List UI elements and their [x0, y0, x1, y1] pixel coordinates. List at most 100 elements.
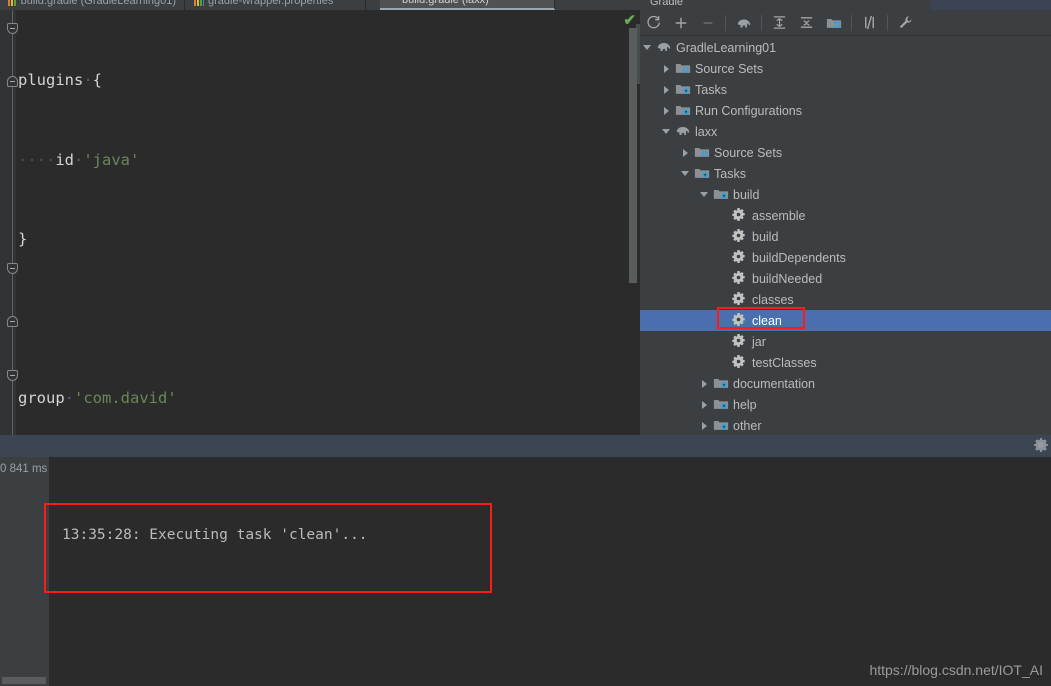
- elephant-icon: [675, 124, 691, 140]
- expand-all-icon[interactable]: [766, 11, 793, 35]
- code-line: ····id·'java': [18, 150, 140, 169]
- task-folder-icon: [675, 103, 691, 119]
- chevron-down-icon[interactable]: [661, 126, 672, 137]
- tree-node-label: assemble: [752, 208, 806, 223]
- fold-marker-plugins-close[interactable]: [7, 76, 18, 87]
- tab-gradle-wrapper-properties[interactable]: gradle-wrapper.properties: [186, 0, 366, 10]
- tree-node-tasks[interactable]: Tasks: [640, 79, 1051, 100]
- elephant-icon: [656, 40, 672, 56]
- chevron-down-icon[interactable]: [642, 42, 653, 53]
- tab-build-gradle-laxx[interactable]: build.gradle (laxx): [380, 0, 555, 10]
- chevron-down-icon[interactable]: [699, 189, 710, 200]
- task-folder-icon: [713, 376, 729, 392]
- toolbar-separator: [851, 14, 852, 31]
- tab-build-gradle-root[interactable]: build.gradle (GradleLearning01): [0, 0, 185, 10]
- fold-marker-plugins-open[interactable]: [7, 23, 18, 34]
- tab-label: gradle-wrapper.properties: [208, 0, 334, 7]
- task-folder-icon: [713, 187, 729, 203]
- run-tree-panel[interactable]: 0 841 ms: [0, 457, 49, 686]
- watermark-text: https://blog.csdn.net/IOT_AI: [869, 662, 1043, 678]
- tree-node-label: classes: [752, 292, 794, 307]
- tree-no-arrow: [718, 294, 729, 305]
- tree-node-gradlelearning01[interactable]: GradleLearning01: [640, 37, 1051, 58]
- chevron-right-icon[interactable]: [661, 105, 672, 116]
- tree-node-label: build: [752, 229, 779, 244]
- tree-node-label: clean: [752, 313, 782, 328]
- tree-node-label: testClasses: [752, 355, 817, 370]
- fold-marker-repositories-close[interactable]: [7, 316, 18, 327]
- editor-scrollbar[interactable]: [629, 28, 637, 283]
- chevron-down-icon[interactable]: [680, 168, 691, 179]
- tree-no-arrow: [718, 315, 729, 326]
- gradle-file-icon: [8, 0, 17, 6]
- wrench-icon[interactable]: [892, 11, 919, 35]
- tree-node-buildneeded[interactable]: buildNeeded: [640, 268, 1051, 289]
- gear-icon: [732, 354, 748, 371]
- task-folder-icon: [713, 418, 729, 434]
- chevron-right-icon[interactable]: [680, 147, 691, 158]
- tree-node-label: build: [733, 187, 760, 202]
- tree-node-help[interactable]: help: [640, 394, 1051, 415]
- gear-icon: [732, 291, 748, 308]
- checkmark-icon: ✔: [623, 12, 636, 29]
- tree-node-label: jar: [752, 334, 766, 349]
- tree-node-run-configurations[interactable]: Run Configurations: [640, 100, 1051, 121]
- tree-node-builddependents[interactable]: buildDependents: [640, 247, 1051, 268]
- gradle-file-icon: [388, 0, 398, 5]
- plus-icon[interactable]: [667, 11, 694, 35]
- gear-icon: [732, 207, 748, 224]
- tree-node-tasks[interactable]: Tasks: [640, 163, 1051, 184]
- code-editor[interactable]: plugins·{ ····id·'java' } group·'com.dav…: [0, 10, 640, 435]
- tree-no-arrow: [718, 252, 729, 263]
- chevron-right-icon[interactable]: [661, 84, 672, 95]
- gradle-tool-window: GradleLearning01 Source Sets Tasks Run Conf…: [640, 10, 1051, 435]
- tree-node-documentation[interactable]: documentation: [640, 373, 1051, 394]
- fold-marker-repositories-open[interactable]: [7, 263, 18, 274]
- tree-node-jar[interactable]: jar: [640, 331, 1051, 352]
- tree-node-build[interactable]: build: [640, 184, 1051, 205]
- minus-icon[interactable]: [694, 11, 721, 35]
- run-tree-duration: 0 841 ms: [0, 463, 48, 475]
- gradle-project-tree[interactable]: GradleLearning01 Source Sets Tasks Run Conf…: [640, 37, 1051, 435]
- task-folder-icon: [713, 397, 729, 413]
- run-console: 0 841 ms 13:35:28: Executing task 'clean…: [0, 457, 1051, 686]
- chevron-right-icon[interactable]: [661, 63, 672, 74]
- gear-icon[interactable]: [1034, 438, 1048, 457]
- editor-text: plugins·{ ····id·'java' } group·'com.dav…: [18, 14, 624, 435]
- source-sets-icon[interactable]: [820, 11, 847, 35]
- chevron-right-icon[interactable]: [699, 399, 710, 410]
- tool-window-divider[interactable]: [0, 435, 1051, 457]
- tree-node-other[interactable]: other: [640, 415, 1051, 435]
- tree-node-clean[interactable]: clean: [640, 310, 1051, 331]
- run-tree-scrollbar[interactable]: [2, 677, 46, 684]
- tree-node-label: other: [733, 418, 762, 433]
- gear-icon: [732, 249, 748, 266]
- tree-node-testclasses[interactable]: testClasses: [640, 352, 1051, 373]
- tab-label: build.gradle (GradleLearning01): [20, 0, 176, 7]
- code-line: group·'com.david': [18, 389, 177, 407]
- tree-node-classes[interactable]: classes: [640, 289, 1051, 310]
- tree-node-laxx[interactable]: laxx: [640, 121, 1051, 142]
- tree-node-assemble[interactable]: assemble: [640, 205, 1051, 226]
- properties-file-icon: [194, 0, 204, 6]
- fold-marker-dependencies-open[interactable]: [7, 370, 18, 381]
- task-folder-icon: [694, 166, 710, 182]
- ide-window: build.gradle (GradleLearning01) gradle-w…: [0, 0, 1051, 686]
- console-line: 13:35:28: Executing task 'clean'...: [62, 527, 368, 543]
- tree-node-label: Source Sets: [714, 145, 783, 160]
- console-output[interactable]: 13:35:28: Executing task 'clean'... usin…: [49, 457, 1051, 686]
- gradle-toolbar: [640, 10, 1051, 36]
- refresh-icon[interactable]: [640, 11, 667, 35]
- gradle-tool-window-header: [931, 0, 1051, 10]
- tree-node-label: GradleLearning01: [676, 40, 777, 55]
- tree-node-build[interactable]: build: [640, 226, 1051, 247]
- tree-node-source-sets[interactable]: Source Sets: [640, 142, 1051, 163]
- collapse-all-icon[interactable]: [793, 11, 820, 35]
- tree-node-source-sets[interactable]: Source Sets: [640, 58, 1051, 79]
- elephant-icon[interactable]: [730, 11, 757, 35]
- toggle-offline-icon[interactable]: [856, 11, 883, 35]
- chevron-right-icon[interactable]: [699, 420, 710, 431]
- tree-node-label: Tasks: [695, 82, 727, 97]
- chevron-right-icon[interactable]: [699, 378, 710, 389]
